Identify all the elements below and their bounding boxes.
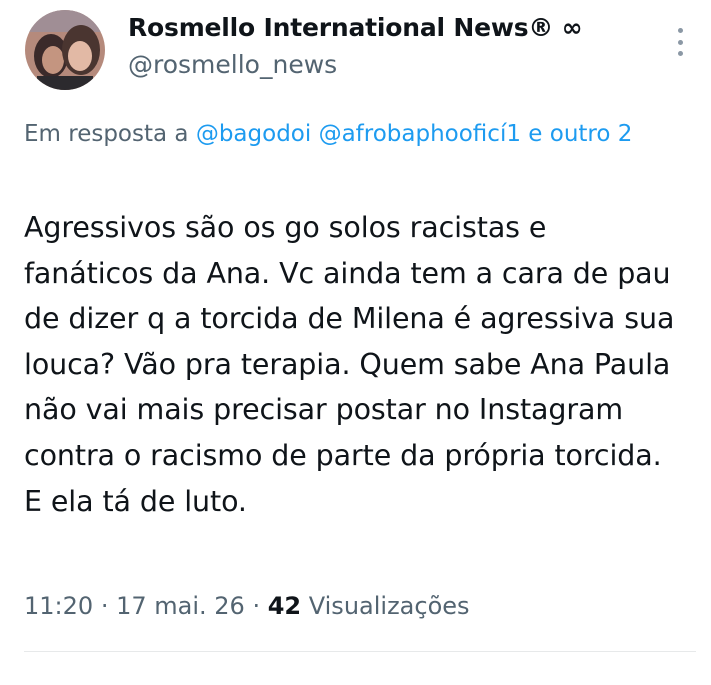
tweet-date[interactable]: 17 mai. 26: [116, 592, 245, 620]
others-link[interactable]: e outro 2: [528, 121, 632, 147]
profile-photo: [25, 10, 105, 90]
author-name[interactable]: Rosmello International News® ∞: [128, 13, 583, 42]
mention-link[interactable]: @afrobaphooficí1: [319, 121, 521, 147]
separator: ·: [100, 592, 117, 620]
more-options-icon[interactable]: [668, 24, 692, 60]
views-count: 42: [267, 592, 302, 620]
tweet-time[interactable]: 11:20: [24, 592, 93, 620]
tweet-text: Agressivos são os go solos racistas e fa…: [24, 211, 675, 518]
author-handle[interactable]: @rosmello_news: [128, 50, 337, 79]
separator: ·: [252, 592, 268, 620]
reply-prefix: Em resposta a: [24, 121, 189, 147]
tweet-meta: 11:20 · 17 mai. 26 · 42 Visualizações: [24, 592, 470, 620]
dot: [677, 28, 683, 33]
avatar[interactable]: [25, 10, 105, 90]
reply-context: Em resposta a @bagodoi @afrobaphooficí1 …: [24, 114, 711, 198]
dot: [677, 39, 683, 45]
views-label: Visualizações: [308, 592, 470, 620]
mention-link[interactable]: @bagodoi: [196, 121, 311, 147]
divider: [24, 651, 696, 652]
dot: [677, 51, 683, 56]
